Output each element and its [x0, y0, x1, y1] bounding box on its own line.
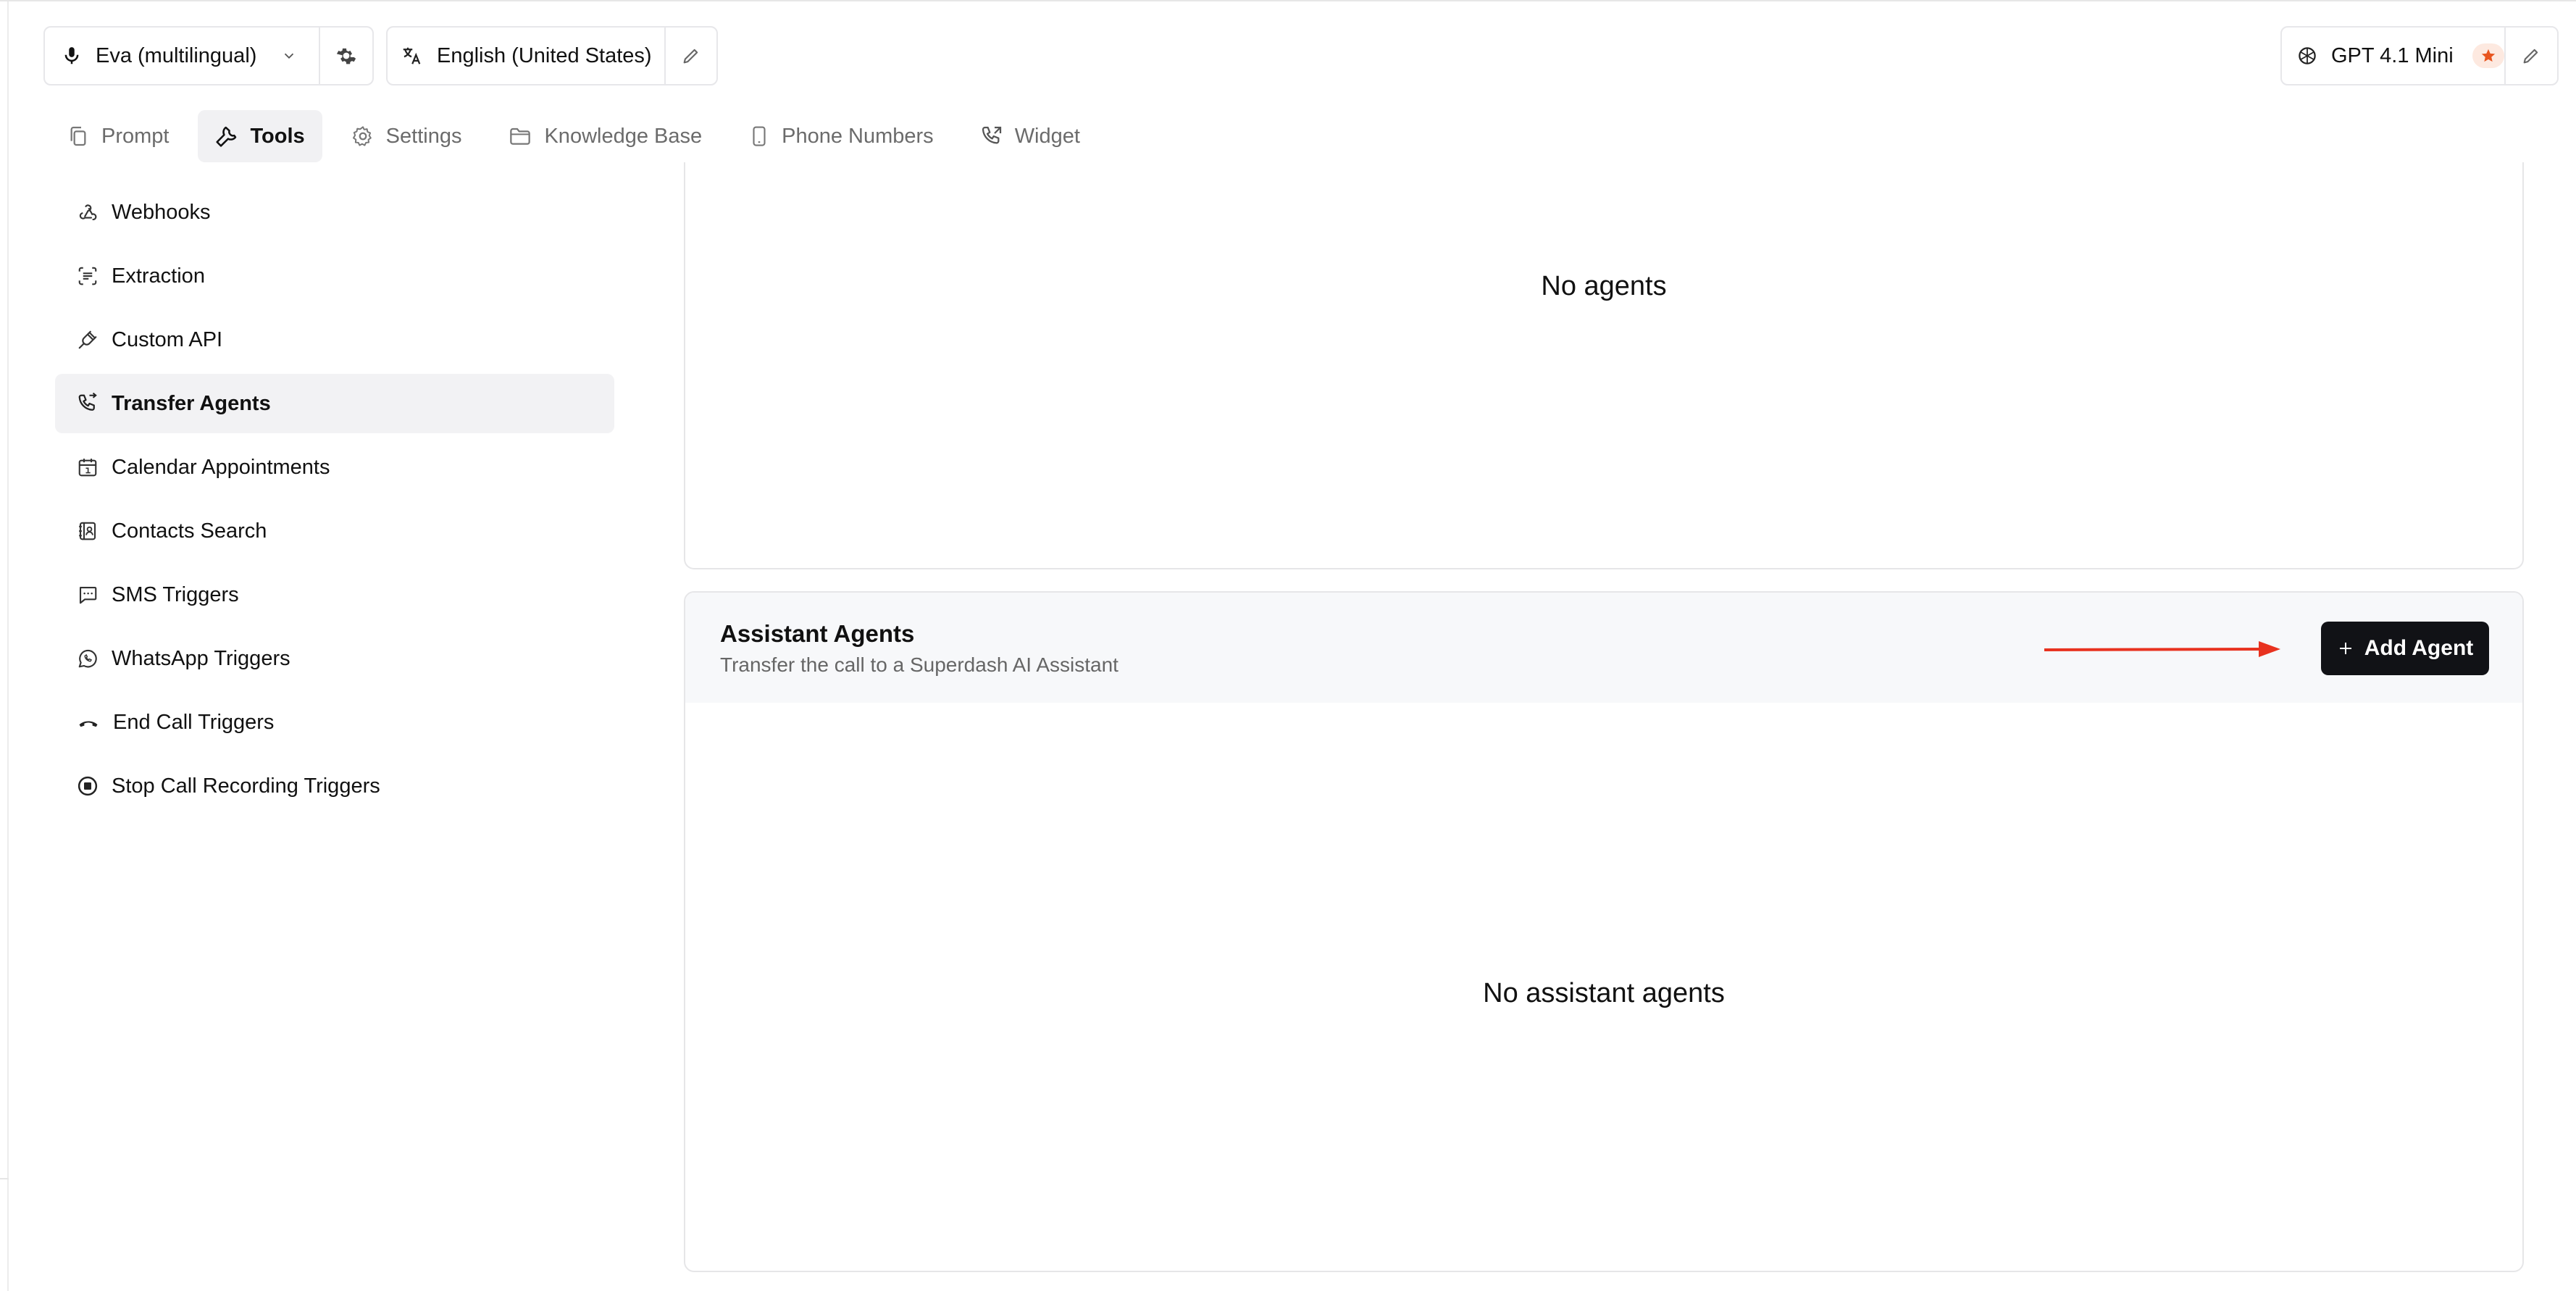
panel-title: Assistant Agents — [720, 620, 915, 647]
voice-selector: Eva (multilingual) — [43, 26, 374, 85]
tab-knowledge-base[interactable]: Knowledge Base — [490, 110, 719, 162]
whatsapp-icon — [78, 649, 97, 668]
tab-widget[interactable]: Widget — [963, 110, 1097, 162]
transfer-agents-panel: No agents — [684, 162, 2524, 569]
webhook-icon — [79, 204, 97, 221]
star-icon — [2481, 49, 2495, 62]
sidebar-item-label: WhatsApp Triggers — [112, 646, 290, 670]
sidebar-item-end-call-triggers[interactable]: End Call Triggers — [55, 693, 614, 752]
add-agent-label: Add Agent — [2364, 636, 2474, 660]
phone-device-icon — [753, 126, 766, 146]
plus-icon — [2339, 643, 2351, 654]
model-edit-button[interactable] — [2506, 28, 2557, 84]
phone-hangup-icon — [79, 721, 98, 727]
stop-circle-icon — [78, 776, 98, 796]
copy-icon — [70, 126, 86, 146]
premium-badge — [2472, 43, 2504, 68]
tab-label: Widget — [1014, 124, 1080, 148]
empty-state-text: No assistant agents — [1483, 978, 1725, 1008]
tab-label: Phone Numbers — [782, 124, 934, 148]
gear-icon — [352, 126, 372, 146]
empty-state-text: No agents — [1541, 271, 1667, 301]
language-dropdown[interactable]: English (United States) — [388, 28, 664, 84]
sidebar-item-calendar-appointments[interactable]: Calendar Appointments — [55, 438, 614, 497]
sidebar-item-whatsapp-triggers[interactable]: WhatsApp Triggers — [55, 629, 614, 688]
sidebar-item-label: Calendar Appointments — [112, 455, 330, 479]
tab-phone-numbers[interactable]: Phone Numbers — [731, 110, 951, 162]
sidebar-item-label: Transfer Agents — [112, 391, 271, 415]
plug-icon — [78, 330, 97, 349]
sidebar-item-contacts-search[interactable]: Contacts Search — [55, 501, 614, 561]
calendar-icon — [78, 459, 97, 477]
voice-settings-button[interactable] — [320, 28, 372, 84]
tab-label: Tools — [250, 124, 305, 148]
sidebar-item-stop-call-recording-triggers[interactable]: Stop Call Recording Triggers — [55, 756, 614, 816]
annotation-arrow — [2044, 641, 2280, 657]
tab-label: Prompt — [101, 124, 170, 148]
folder-icon — [510, 128, 531, 145]
contacts-book-icon — [79, 522, 96, 540]
phone-transfer-icon — [78, 393, 97, 411]
tab-prompt[interactable]: Prompt — [49, 110, 186, 162]
microphone-icon — [64, 47, 79, 64]
sidebar-item-custom-api[interactable]: Custom API — [55, 310, 614, 369]
chevron-down-icon — [285, 53, 294, 59]
model-dropdown[interactable]: GPT 4.1 Mini — [2282, 28, 2504, 84]
openai-icon — [2299, 47, 2316, 64]
translate-icon — [403, 47, 421, 64]
tab-tools[interactable]: Tools — [198, 110, 322, 162]
sidebar-item-label: Webhooks — [112, 200, 211, 224]
tab-settings[interactable]: Settings — [334, 110, 480, 162]
left-edge-mark — [0, 1178, 9, 1179]
gear-icon — [337, 48, 356, 64]
sidebar-item-label: Custom API — [112, 327, 223, 351]
message-square-icon — [79, 586, 97, 604]
pencil-icon — [2523, 49, 2538, 64]
sidebar-item-extraction[interactable]: Extraction — [55, 246, 614, 306]
left-edge-strip — [0, 1, 9, 1291]
voice-dropdown[interactable]: Eva (multilingual) — [45, 28, 319, 84]
scan-text-icon — [78, 267, 97, 285]
model-selector: GPT 4.1 Mini — [2280, 26, 2559, 85]
language-edit-button[interactable] — [666, 28, 716, 84]
sidebar-item-label: End Call Triggers — [113, 710, 275, 734]
sidebar-item-label: Extraction — [112, 264, 205, 288]
language-label: English (United States) — [437, 43, 652, 67]
main-tabs: Prompt Tools Settings Knowledge Base Pho… — [49, 110, 1109, 162]
panel-subtitle: Transfer the call to a Superdash AI Assi… — [720, 653, 1118, 676]
sidebar-item-label: SMS Triggers — [112, 582, 239, 606]
assistant-agents-panel: Assistant Agents Transfer the call to a … — [684, 591, 2524, 1272]
tab-label: Knowledge Base — [544, 124, 703, 148]
app-frame: Eva (multilingual) English (United State… — [0, 0, 2576, 1291]
language-selector: English (United States) — [386, 26, 718, 85]
tab-label: Settings — [385, 124, 462, 148]
sidebar-item-label: Contacts Search — [112, 519, 267, 543]
add-agent-button[interactable]: Add Agent — [2321, 622, 2489, 675]
sidebar-item-transfer-agents[interactable]: Transfer Agents — [55, 374, 614, 433]
phone-forward-icon — [982, 126, 1001, 144]
tools-sidebar: Webhooks Extraction Custom API Transfer … — [55, 183, 614, 820]
sidebar-item-label: Stop Call Recording Triggers — [112, 774, 380, 798]
sidebar-item-webhooks[interactable]: Webhooks — [55, 183, 614, 242]
pencil-icon — [683, 49, 698, 64]
model-label: GPT 4.1 Mini — [2331, 43, 2454, 67]
sidebar-item-sms-triggers[interactable]: SMS Triggers — [55, 565, 614, 624]
wrench-icon — [216, 126, 237, 147]
voice-label: Eva (multilingual) — [96, 43, 257, 67]
